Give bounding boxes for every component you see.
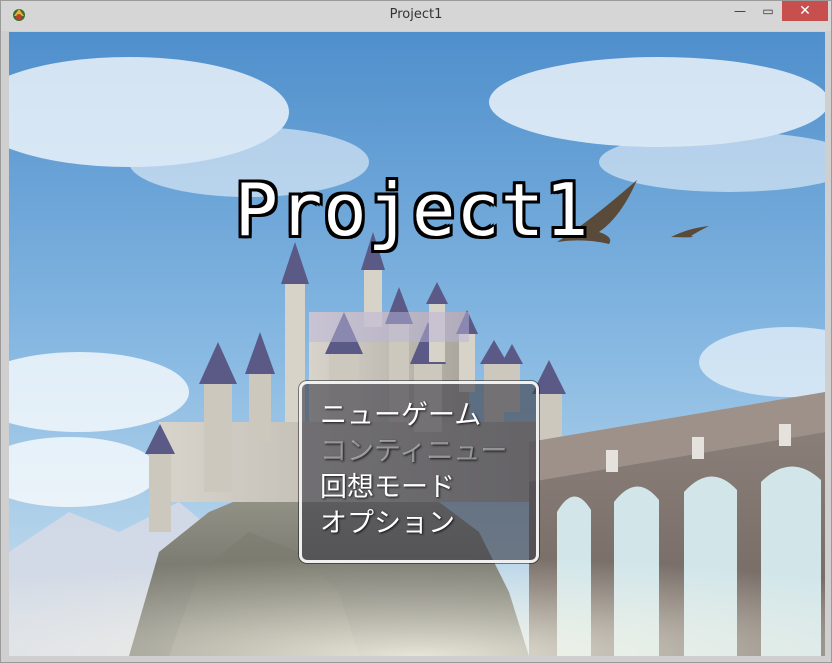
menu-item-recollection-mode[interactable]: 回想モード: [320, 472, 520, 504]
title-bar[interactable]: Project1 — ▭ ✕: [1, 1, 831, 31]
close-button[interactable]: ✕: [782, 1, 828, 21]
minimize-button[interactable]: —: [726, 1, 754, 21]
game-window: Project1 — ▭ ✕ Project1 ニューゲーム コンティニュー 回…: [0, 0, 832, 663]
menu-item-options[interactable]: オプション: [320, 508, 520, 540]
menu-item-continue[interactable]: コンティニュー: [320, 436, 520, 468]
menu-item-new-game[interactable]: ニューゲーム: [316, 400, 522, 432]
window-title: Project1: [389, 7, 443, 22]
game-viewport[interactable]: Project1 ニューゲーム コンティニュー 回想モード オプション: [9, 32, 825, 656]
game-title: Project1: [234, 168, 590, 252]
maximize-button[interactable]: ▭: [754, 1, 782, 21]
title-command-window: ニューゲーム コンティニュー 回想モード オプション: [299, 381, 539, 563]
